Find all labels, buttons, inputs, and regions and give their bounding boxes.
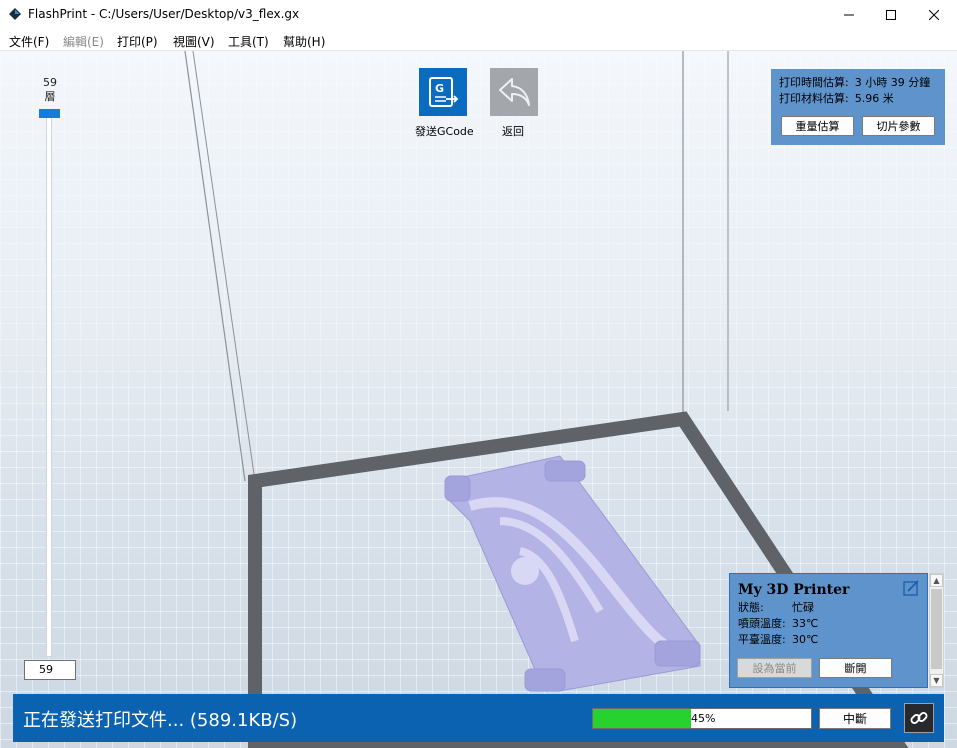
scrollbar-thumb[interactable]: [931, 589, 942, 669]
printer-panel-scrollbar[interactable]: ▲ ▼: [929, 573, 944, 688]
menu-file[interactable]: 文件(F): [9, 33, 49, 50]
material-row: 打印材料估算: 5.96 米: [779, 91, 937, 107]
weight-estimate-button[interactable]: 重量估算: [781, 116, 854, 136]
menu-view[interactable]: 視圖(V): [173, 33, 215, 50]
printer-name: My 3D Printer: [738, 582, 850, 598]
material-label: 打印材料估算:: [779, 92, 849, 105]
menu-tools[interactable]: 工具(T): [228, 33, 269, 50]
nozzle-temp-value: 33℃: [792, 617, 819, 630]
set-current-button[interactable]: 設為當前: [737, 658, 812, 678]
progress-label: 45%: [691, 712, 716, 725]
status-bar: 正在發送打印文件... (589.1KB/S) 45% 中斷: [13, 694, 944, 742]
abort-button[interactable]: 中斷: [819, 708, 891, 729]
estimate-panel: 打印時間估算: 3 小時 39 分鐘 打印材料估算: 5.96 米 重量估算 切片參…: [771, 69, 945, 145]
layer-slider-track[interactable]: [46, 109, 52, 657]
flashprint-diamond-icon: [9, 8, 21, 20]
layer-top-unit: 層: [44, 90, 56, 103]
print-time-label: 打印時間估算:: [779, 76, 849, 89]
back-arrow-icon: [499, 78, 530, 106]
layer-top-value: 59: [43, 76, 57, 89]
bed-temp-row: 平臺溫度: 30℃: [738, 632, 919, 648]
status-label: 狀態:: [738, 601, 764, 614]
menu-print[interactable]: 打印(P): [117, 33, 158, 50]
layer-slider-handle[interactable]: [39, 109, 60, 118]
menu-bar: 文件(F) 編輯(E) 打印(P) 視圖(V) 工具(T) 幫助(H): [0, 30, 957, 51]
link-icon: [910, 712, 928, 724]
nozzle-temp-label: 噴頭溫度:: [738, 617, 786, 630]
title-bar: FlashPrint - C:/Users/User/Desktop/v3_fl…: [0, 0, 957, 30]
edit-icon[interactable]: [903, 580, 919, 596]
back-button[interactable]: [490, 68, 538, 116]
nozzle-temp-row: 噴頭溫度: 33℃: [738, 616, 919, 632]
print-time-row: 打印時間估算: 3 小時 39 分鐘: [779, 75, 937, 91]
layer-input[interactable]: 59: [24, 660, 76, 680]
minimize-icon: [844, 14, 854, 16]
progress-fill: [593, 709, 692, 728]
material-value: 5.96 米: [854, 92, 894, 105]
minimize-button[interactable]: [826, 0, 872, 30]
3d-viewport[interactable]: 59 層 59 G 發送GCode 返回 打印時間估算: 3 小時 39 分鐘 打…: [0, 51, 957, 748]
scroll-down-icon[interactable]: ▼: [930, 674, 943, 687]
link-button[interactable]: [904, 703, 934, 733]
maximize-icon: [886, 10, 896, 20]
menu-help[interactable]: 幫助(H): [283, 33, 325, 50]
status-message: 正在發送打印文件... (589.1KB/S): [23, 710, 298, 731]
maximize-button[interactable]: [868, 0, 914, 30]
bed-temp-value: 30℃: [792, 633, 819, 646]
status-value: 忙碌: [792, 601, 814, 614]
scroll-up-icon[interactable]: ▲: [930, 574, 943, 587]
back-label: 返回: [502, 125, 524, 138]
bed-temp-label: 平臺溫度:: [738, 633, 786, 646]
menu-edit[interactable]: 編輯(E): [63, 33, 104, 50]
gcode-send-icon: G: [429, 77, 459, 107]
slice-settings-button[interactable]: 切片參數: [862, 116, 935, 136]
disconnect-button[interactable]: 斷開: [819, 658, 892, 678]
svg-text:G: G: [435, 82, 444, 95]
print-time-value: 3 小時 39 分鐘: [854, 76, 931, 89]
close-button[interactable]: [911, 0, 957, 30]
layer-top-label: 59 層: [40, 76, 60, 104]
printer-panel: My 3D Printer 狀態: 忙碌 噴頭溫度: 33℃ 平臺溫度: 30℃ 設為…: [729, 573, 928, 688]
send-gcode-label: 發送GCode: [415, 125, 474, 138]
close-icon: [929, 10, 939, 20]
printer-status-row: 狀態: 忙碌: [738, 600, 919, 616]
progress-bar: 45%: [592, 708, 812, 729]
send-gcode-button[interactable]: G: [419, 68, 467, 116]
window-title: FlashPrint - C:/Users/User/Desktop/v3_fl…: [28, 7, 300, 21]
